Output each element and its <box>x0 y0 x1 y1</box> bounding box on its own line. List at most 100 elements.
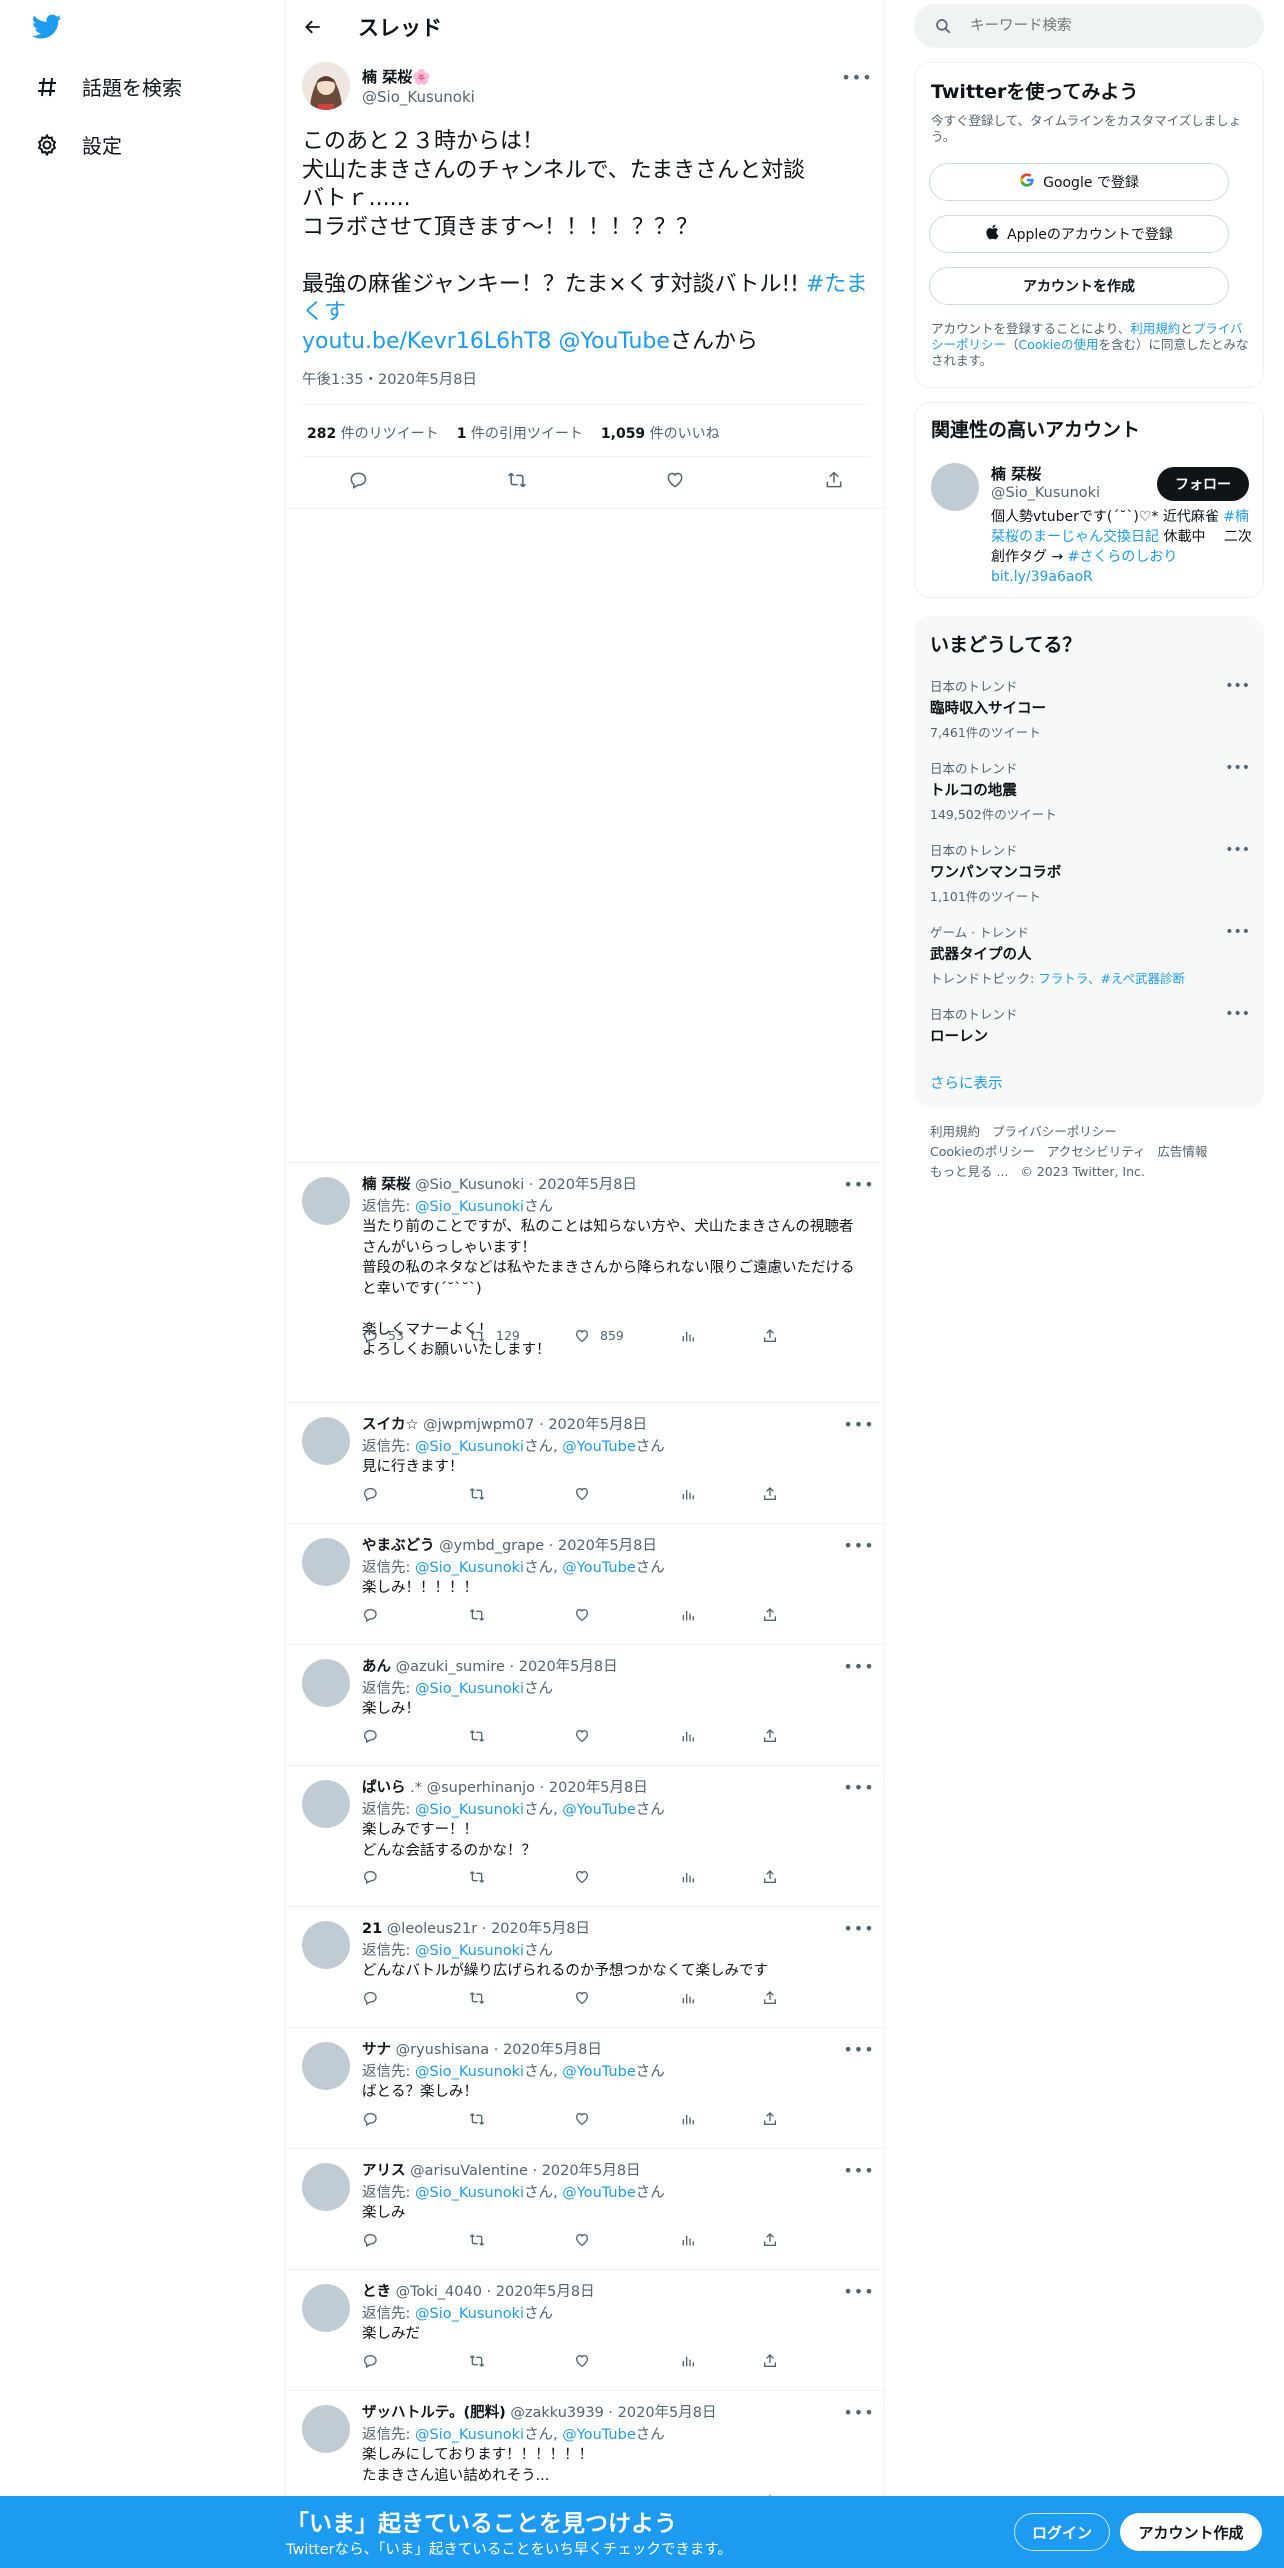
views-icon[interactable] <box>680 2111 762 2127</box>
login-button[interactable]: ログイン <box>1014 2513 1110 2551</box>
more-options-icon[interactable]: ••• <box>843 2401 873 2423</box>
search-box[interactable] <box>914 4 1264 48</box>
reply-avatar[interactable] <box>302 2042 350 2090</box>
reply-mention-link[interactable]: @YouTube <box>562 1439 635 1455</box>
reply-tweet[interactable]: ザッハトルテ。(肥料) @zakku3939 · 2020年5月8日 ••• 返信先… <box>286 2390 886 2510</box>
mention-link[interactable]: @YouTube <box>558 329 669 354</box>
more-options-icon[interactable]: ••• <box>843 2038 873 2060</box>
quote-stat[interactable]: 1 件の引用ツイート <box>457 423 583 443</box>
reply-author-name[interactable]: ザッハトルテ。(肥料) <box>362 2405 506 2421</box>
reply-mention-link[interactable]: @Sio_Kusunoki <box>415 2185 524 2201</box>
reply-author-name[interactable]: スイカ☆ <box>362 1417 419 1433</box>
share-icon[interactable] <box>822 468 846 492</box>
more-options-icon[interactable]: ••• <box>1225 1006 1250 1022</box>
share-icon[interactable] <box>762 1486 778 1502</box>
reply-mention-link[interactable]: @YouTube <box>562 2427 635 2443</box>
reply-icon[interactable] <box>362 2353 468 2369</box>
reply-author-name[interactable]: とき <box>362 2284 391 2300</box>
reply-mention-link[interactable]: @Sio_Kusunoki <box>415 1560 524 1576</box>
related-handle[interactable]: @Sio_Kusunoki <box>991 485 1100 501</box>
reply-icon[interactable] <box>362 1486 468 1502</box>
google-signup-button[interactable]: Google で登録 <box>929 163 1229 201</box>
reply-date[interactable]: 2020年5月8日 <box>496 2284 595 2300</box>
like-icon[interactable] <box>663 468 687 492</box>
reply-mention-link[interactable]: @Sio_Kusunoki <box>415 1439 524 1455</box>
more-options-icon[interactable]: ••• <box>843 2280 873 2302</box>
reply-mention-link[interactable]: @Sio_Kusunoki <box>415 1943 524 1959</box>
reply-date[interactable]: 2020年5月8日 <box>503 2042 602 2058</box>
retweet-icon[interactable] <box>468 1607 574 1623</box>
footer-link[interactable]: 広告情報 <box>1157 1144 1207 1159</box>
bio-link[interactable]: bit.ly/39a6aoR <box>991 569 1093 585</box>
share-icon[interactable] <box>762 2353 778 2369</box>
retweet-icon[interactable] <box>468 2232 574 2248</box>
reply-mention-link[interactable]: @Sio_Kusunoki <box>415 2064 524 2080</box>
more-options-icon[interactable]: ••• <box>843 1776 873 1798</box>
reply-avatar[interactable] <box>302 2405 350 2453</box>
share-icon[interactable] <box>762 1607 778 1623</box>
terms-link[interactable]: 利用規約 <box>1130 321 1180 336</box>
follow-button[interactable]: フォロー <box>1157 467 1249 501</box>
tweet-timestamp[interactable]: 午後1:35・2020年5月8日 <box>302 368 477 389</box>
reply-date[interactable]: 2020年5月8日 <box>558 1538 657 1554</box>
reply-mention-link[interactable]: @Sio_Kusunoki <box>415 1199 524 1215</box>
like-icon[interactable] <box>574 2111 680 2127</box>
like-icon[interactable]: 859 <box>574 1328 680 1344</box>
reply-tweet[interactable]: アリス @arisuValentine · 2020年5月8日 ••• 返信先: @… <box>286 2148 886 2269</box>
reply-icon[interactable] <box>362 1869 468 1885</box>
views-icon[interactable] <box>680 2232 762 2248</box>
reply-author-handle[interactable]: @Toki_4040 <box>396 2284 482 2300</box>
nav-explore[interactable]: 話題を検索 <box>34 72 182 101</box>
reply-author-handle[interactable]: @arisuValentine <box>410 2163 528 2179</box>
reply-author-handle[interactable]: @Sio_Kusunoki <box>415 1177 524 1193</box>
reply-icon[interactable] <box>362 2232 468 2248</box>
reply-author-name[interactable]: やまぶどう <box>362 1538 435 1554</box>
reply-icon[interactable] <box>346 468 370 492</box>
twitter-logo-icon[interactable] <box>31 14 64 46</box>
show-more-link[interactable]: さらに表示 <box>930 1072 1003 1093</box>
reply-tweet[interactable]: ぱいら .* @superhinanjo · 2020年5月8日 ••• 返信先: … <box>286 1765 886 1906</box>
trend-item[interactable]: 日本のトレンド ワンパンマンコラボ 1,101件のツイート <box>930 840 1250 905</box>
reply-icon[interactable] <box>362 1728 468 1744</box>
reply-avatar[interactable] <box>302 1659 350 1707</box>
apple-signup-button[interactable]: Appleのアカウントで登録 <box>929 215 1229 253</box>
like-stat[interactable]: 1,059 件のいいね <box>601 423 720 443</box>
reply-author-name[interactable]: サナ <box>362 2042 391 2058</box>
like-icon[interactable] <box>574 1607 680 1623</box>
like-icon[interactable] <box>574 1990 680 2006</box>
views-icon[interactable] <box>680 1869 762 1885</box>
like-icon[interactable] <box>574 1869 680 1885</box>
reply-mention-link[interactable]: @YouTube <box>562 2185 635 2201</box>
share-icon[interactable] <box>762 1328 778 1344</box>
more-options-icon[interactable]: ••• <box>843 1917 873 1939</box>
retweet-icon[interactable] <box>468 1869 574 1885</box>
reply-date[interactable]: 2020年5月8日 <box>548 1417 647 1433</box>
reply-date[interactable]: 2020年5月8日 <box>618 2405 717 2421</box>
reply-tweet[interactable]: やまぶどう @ymbd_grape · 2020年5月8日 ••• 返信先: @Si… <box>286 1523 886 1644</box>
reply-avatar[interactable] <box>302 2284 350 2332</box>
reply-avatar[interactable] <box>302 1921 350 1969</box>
reply-date[interactable]: 2020年5月8日 <box>542 2163 641 2179</box>
search-input[interactable] <box>970 4 1240 48</box>
reply-date[interactable]: 2020年5月8日 <box>538 1177 637 1193</box>
reply-author-handle[interactable]: @azuki_sumire <box>396 1659 505 1675</box>
share-icon[interactable] <box>762 2232 778 2248</box>
reply-date[interactable]: 2020年5月8日 <box>519 1659 618 1675</box>
reply-author-handle[interactable]: @ymbd_grape <box>439 1538 544 1554</box>
reply-mention-link[interactable]: @Sio_Kusunoki <box>415 2306 524 2322</box>
reply-icon[interactable] <box>362 1607 468 1623</box>
reply-tweet[interactable]: 21 @leoleus21r · 2020年5月8日 ••• 返信先: @Sio_K… <box>286 1906 886 2027</box>
more-options-icon[interactable]: ••• <box>1225 924 1250 940</box>
reply-author-handle[interactable]: @zakku3939 <box>510 2405 603 2421</box>
reply-mention-link[interactable]: @Sio_Kusunoki <box>415 2427 524 2443</box>
trend-item[interactable]: 日本のトレンド ローレン <box>930 1004 1250 1046</box>
retweet-icon[interactable]: 129 <box>468 1328 574 1344</box>
reply-author-name[interactable]: あん <box>362 1659 391 1675</box>
bio-hashtag-link[interactable]: #さくらのしおり <box>1068 549 1178 565</box>
youtube-link[interactable]: youtu.be/Kevr16L6hT8 <box>302 329 551 354</box>
more-options-icon[interactable]: ••• <box>843 1655 873 1677</box>
cookie-link[interactable]: Cookieの使用 <box>1019 337 1099 352</box>
retweet-icon[interactable] <box>468 1728 574 1744</box>
reply-mention-link[interactable]: @YouTube <box>562 1560 635 1576</box>
reply-author-name[interactable]: アリス <box>362 2163 406 2179</box>
